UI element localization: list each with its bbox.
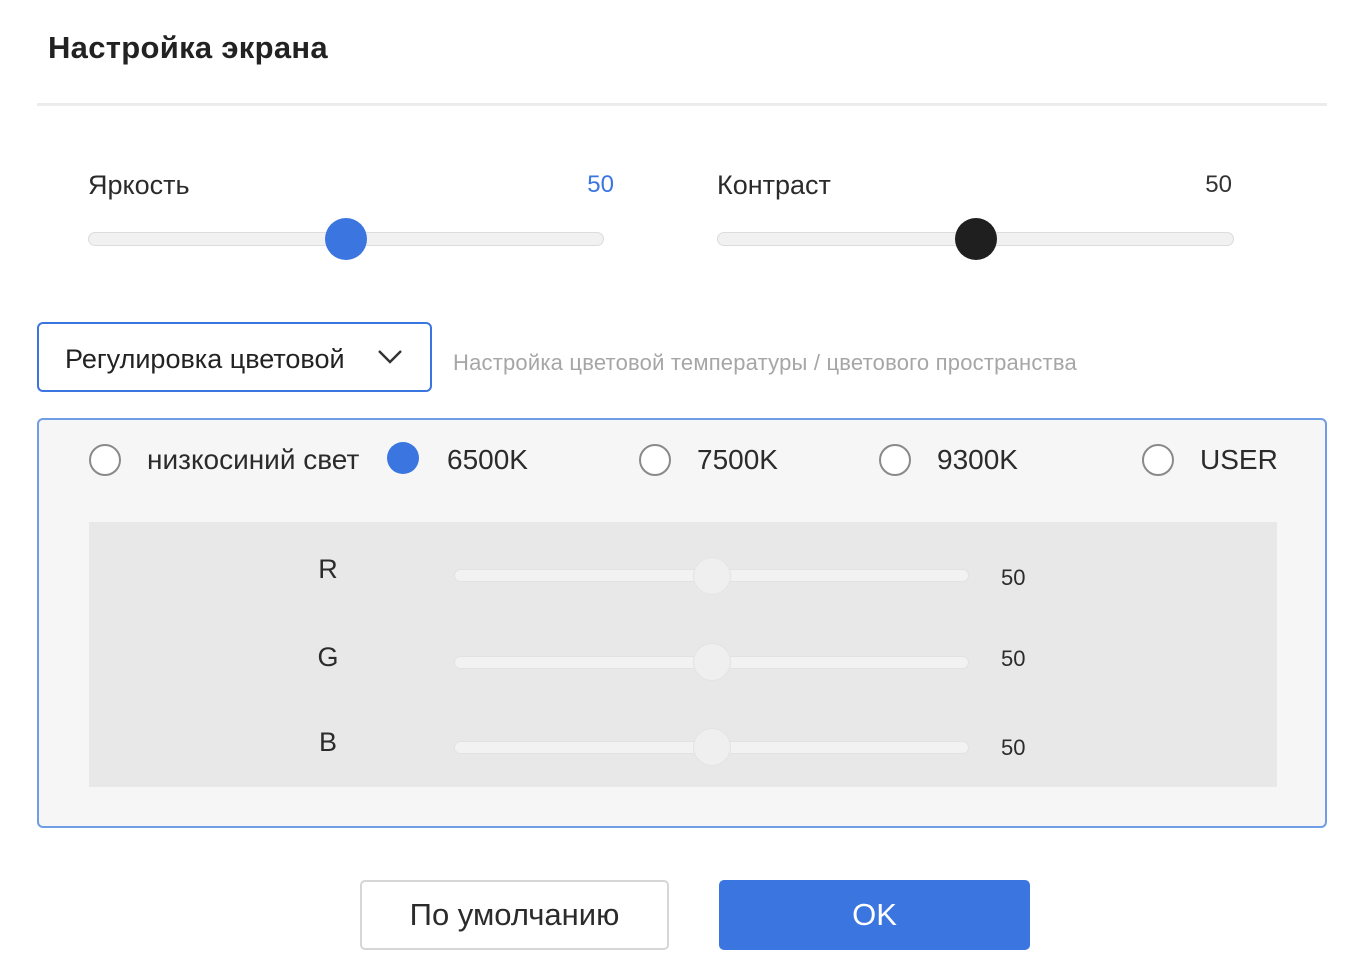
brightness-slider-thumb[interactable]: [325, 218, 367, 260]
g-slider-thumb[interactable]: [692, 643, 731, 681]
reset-default-button[interactable]: По умолчанию: [360, 880, 669, 950]
contrast-slider-thumb[interactable]: [954, 218, 997, 260]
b-slider-thumb[interactable]: [692, 728, 731, 766]
rgb-label-g: G: [317, 642, 339, 672]
preset-radio-low-blue[interactable]: [89, 444, 121, 476]
contrast-value: 50: [1205, 171, 1232, 198]
title-divider: [37, 103, 1327, 106]
preset-label-low-blue: низкосиний свет: [147, 444, 360, 475]
dialog-title: Настройка экрана: [48, 30, 328, 65]
preset-label-9300k: 9300K: [937, 444, 1018, 475]
r-value: 50: [1001, 565, 1026, 590]
color-mode-hint: Настройка цветовой температуры / цветово…: [453, 350, 1077, 375]
ok-button[interactable]: OK: [719, 880, 1030, 950]
preset-radio-user[interactable]: [1142, 444, 1174, 476]
color-settings-panel: низкосиний свет 6500K 7500K 9300K USER R…: [37, 418, 1327, 828]
preset-radio-9300k[interactable]: [879, 444, 911, 476]
b-value: 50: [1001, 735, 1026, 760]
rgb-label-b: B: [318, 727, 337, 757]
contrast-label: Контраст: [717, 170, 831, 200]
rgb-adjust-box: R 50 G 50 B 50: [89, 522, 1277, 787]
preset-label-7500k: 7500K: [697, 444, 778, 475]
chevron-down-icon: [378, 350, 402, 364]
color-mode-selected: Регулировка цветовой: [65, 344, 345, 374]
brightness-value: 50: [587, 171, 614, 198]
g-value: 50: [1001, 646, 1026, 671]
preset-label-user: USER: [1200, 444, 1278, 475]
preset-radio-7500k[interactable]: [639, 444, 671, 476]
rgb-label-r: R: [318, 554, 338, 584]
color-mode-dropdown[interactable]: Регулировка цветовой: [37, 322, 432, 392]
preset-label-6500k: 6500K: [447, 444, 528, 475]
preset-radio-6500k[interactable]: [387, 442, 419, 474]
brightness-label: Яркость: [88, 170, 190, 200]
r-slider-thumb[interactable]: [692, 557, 731, 595]
